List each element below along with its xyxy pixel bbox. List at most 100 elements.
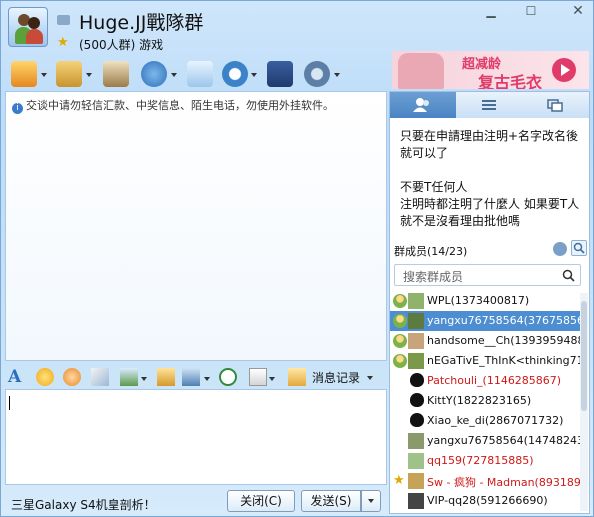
members-count: 群成员(14/23) xyxy=(394,245,468,258)
member-name: qq159(727815885) xyxy=(427,454,534,467)
members-header: 群成员(14/23) xyxy=(390,239,589,261)
upload-icon[interactable] xyxy=(141,61,167,87)
video-icon[interactable] xyxy=(222,61,248,87)
member-avatar xyxy=(408,493,424,509)
text-cursor xyxy=(9,396,10,410)
magic-emoji-icon[interactable] xyxy=(63,368,81,386)
tab-members[interactable] xyxy=(390,92,456,118)
member-avatar xyxy=(408,333,424,349)
group-announcement: 只要在申請理由注明+名字改名後 就可以了 不要T任何人 注明時都注明了什麼人 如… xyxy=(400,128,585,230)
close-button[interactable]: 关闭(C) xyxy=(227,490,295,512)
add-member-icon[interactable] xyxy=(553,242,567,256)
search-icon xyxy=(573,242,585,254)
search-member-icon[interactable] xyxy=(571,240,587,256)
send-button[interactable]: 发送(S) xyxy=(301,490,361,512)
qq-penguin-icon xyxy=(410,373,424,387)
member-scrollbar[interactable] xyxy=(580,293,588,511)
member-search-placeholder: 搜索群成员 xyxy=(403,270,464,284)
member-avatar xyxy=(408,313,424,329)
side-tabs xyxy=(390,92,589,118)
close-icon[interactable]: ✕ xyxy=(566,3,590,19)
history-icon[interactable] xyxy=(288,368,306,386)
tab-list[interactable] xyxy=(456,92,522,118)
screenshot-icon[interactable] xyxy=(182,368,200,386)
chevron-down-icon[interactable] xyxy=(86,73,92,77)
side-panel: 只要在申請理由注明+名字改名後 就可以了 不要T任何人 注明時都注明了什麼人 如… xyxy=(389,91,590,514)
member-row[interactable]: WPL(1373400817) xyxy=(390,291,580,311)
group-title: Huge.JJ戰隊群 xyxy=(79,12,204,34)
member-row[interactable]: qq159(727815885) xyxy=(390,451,580,471)
emoji-icon[interactable] xyxy=(36,368,54,386)
security-notice: i 交谈中请勿轻信汇款、中奖信息、陌生电话，勿使用外挂软件。 xyxy=(12,97,334,114)
send-options-button[interactable] xyxy=(361,490,381,512)
chat-window: Huge.JJ戰隊群 ★ (500人群) 游戏 ▁ ☐ ✕ 超减龄 复古毛衣 i… xyxy=(0,0,594,517)
folder-icon[interactable] xyxy=(56,61,82,87)
font-icon[interactable]: A xyxy=(8,368,26,386)
member-avatar xyxy=(408,433,424,449)
group-subtitle: (500人群) 游戏 xyxy=(79,38,164,52)
qq-penguin-icon xyxy=(410,393,424,407)
chevron-down-icon[interactable] xyxy=(367,376,373,380)
member-row[interactable]: yangxu76758564(1474824362) xyxy=(390,431,580,451)
chevron-down-icon[interactable] xyxy=(204,377,210,381)
music-icon[interactable] xyxy=(157,368,175,386)
message-input[interactable] xyxy=(5,389,387,485)
chevron-down-icon[interactable] xyxy=(334,73,340,77)
chevron-down-icon[interactable] xyxy=(269,377,275,381)
maximize-icon[interactable]: ☐ xyxy=(519,3,543,19)
qq-penguin-icon xyxy=(410,413,424,427)
history-label[interactable]: 消息记录 xyxy=(312,369,360,386)
chevron-down-icon[interactable] xyxy=(41,73,47,77)
minimize-icon[interactable]: ▁ xyxy=(479,3,503,19)
member-row[interactable]: nEGaTivE_ThInK<thinking71... xyxy=(390,351,580,371)
tab-files[interactable] xyxy=(522,92,588,118)
member-row[interactable]: handsome__Ch(1393959488) xyxy=(390,331,580,351)
announcement-line: 注明時都注明了什麼人 如果要T人 xyxy=(400,197,580,211)
member-name: yangxu76758564(1474824362) xyxy=(427,434,580,447)
member-row[interactable]: yangxu76758564(376758564) xyxy=(390,311,580,331)
group-avatar[interactable] xyxy=(8,7,48,47)
message-area[interactable]: i 交谈中请勿轻信汇款、中奖信息、陌生电话，勿使用外挂软件。 xyxy=(5,91,387,361)
people-icon xyxy=(413,98,429,112)
member-row[interactable]: Xiao_ke_di(2867071732) xyxy=(390,411,580,431)
list-icon xyxy=(482,100,496,110)
shake-icon[interactable] xyxy=(91,368,109,386)
info-icon: i xyxy=(12,103,23,114)
chevron-down-icon[interactable] xyxy=(141,377,147,381)
chat-add-icon[interactable] xyxy=(187,61,213,87)
search-icon[interactable] xyxy=(562,269,575,282)
member-search-input[interactable]: 搜索群成员 xyxy=(394,264,581,286)
group-level-icon xyxy=(57,15,70,25)
announcement-line: 就不是沒看理由批他嗎 xyxy=(400,214,521,228)
sougou-icon[interactable] xyxy=(219,368,237,386)
translate-icon[interactable] xyxy=(249,368,267,386)
ad-line-2: 复古毛衣 xyxy=(478,73,543,89)
star-icon: ★ xyxy=(57,35,69,50)
settings-icon[interactable] xyxy=(304,61,330,87)
play-icon[interactable] xyxy=(552,58,576,82)
scroll-thumb[interactable] xyxy=(581,301,587,411)
album-icon[interactable] xyxy=(103,61,129,87)
image-icon[interactable] xyxy=(120,368,138,386)
notice-text: 交谈中请勿轻信汇款、中奖信息、陌生电话，勿使用外挂软件。 xyxy=(26,99,334,112)
admin-badge-icon xyxy=(393,334,407,348)
announcement-line xyxy=(400,162,585,179)
chevron-down-icon[interactable] xyxy=(171,73,177,77)
chevron-down-icon[interactable] xyxy=(251,73,257,77)
member-row[interactable]: Patchouli_(1146285867) xyxy=(390,371,580,391)
member-row[interactable]: VIP-qq28(591266690) xyxy=(390,491,580,511)
announcement-line: 就可以了 xyxy=(400,146,449,160)
news-link[interactable]: 三星Galaxy S4机皇剖析！ xyxy=(11,496,156,513)
member-name: WPL(1373400817) xyxy=(427,294,530,307)
admin-badge-icon xyxy=(393,314,407,328)
member-name: handsome__Ch(1393959488) xyxy=(427,334,580,347)
ad-banner[interactable]: 超减龄 复古毛衣 xyxy=(392,51,589,89)
windows-icon xyxy=(547,99,563,112)
member-row[interactable]: ★ Sw - 疯狗 - Madman(8931890... xyxy=(390,471,580,491)
member-avatar xyxy=(408,353,424,369)
home-icon[interactable] xyxy=(11,61,37,87)
member-row[interactable]: KittY(1822823165) xyxy=(390,391,580,411)
admin-badge-icon xyxy=(393,294,407,308)
member-name: VIP-qq28(591266690) xyxy=(427,494,548,507)
admin-icon[interactable] xyxy=(267,61,293,87)
